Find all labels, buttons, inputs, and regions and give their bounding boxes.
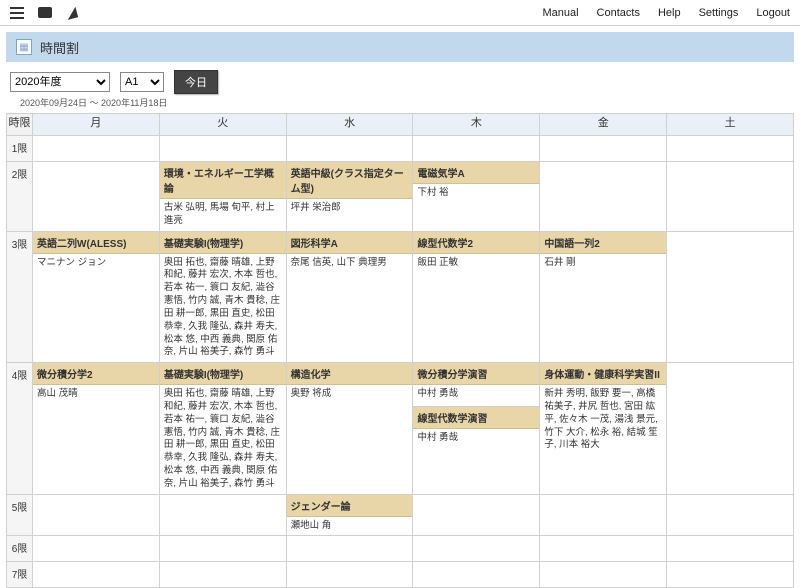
course-teachers: 坪井 栄治郎 (287, 199, 413, 218)
course-teachers: 高山 茂晴 (33, 385, 159, 404)
header-day-thu: 木 (413, 114, 540, 136)
period-label: 6限 (7, 536, 33, 562)
row-period-5: 5限 ジェンダー論 瀬地山 角 (7, 494, 794, 536)
period-label: 1限 (7, 136, 33, 162)
course-teachers: 新井 秀明, 飯野 要一, 高橋 祐美子, 井尻 哲也, 宮田 紘平, 佐々木 … (540, 385, 666, 455)
header-day-fri: 金 (540, 114, 667, 136)
course-cell[interactable]: 微分積分学演習 中村 勇哉 線型代数学演習 中村 勇哉 (413, 363, 540, 495)
nav-contacts[interactable]: Contacts (597, 7, 640, 19)
course-teachers: 石井 剛 (540, 254, 666, 273)
row-period-2: 2限 環境・エネルギー工学概論 古米 弘明, 馬場 旬平, 村上 進亮 英語中級… (7, 162, 794, 232)
course-teachers: 奈尾 信英, 山下 典理男 (287, 254, 413, 273)
nav-settings[interactable]: Settings (699, 7, 739, 19)
date-range: 2020年09月24日 〜 2020年11月18日 (0, 96, 800, 113)
course-cell[interactable]: 図形科学A 奈尾 信英, 山下 典理男 (286, 231, 413, 363)
course-cell[interactable]: 環境・エネルギー工学概論 古米 弘明, 馬場 旬平, 村上 進亮 (159, 162, 286, 232)
course-title: 構造化学 (287, 363, 413, 385)
course-title: 図形科学A (287, 232, 413, 254)
header-day-tue: 火 (159, 114, 286, 136)
course-title: 身体運動・健康科学実習II (540, 363, 666, 385)
course-cell[interactable]: 微分積分学2 高山 茂晴 (33, 363, 160, 495)
course-cell[interactable]: 英語中級(クラス指定ターム型) 坪井 栄治郎 (286, 162, 413, 232)
course-cell[interactable]: ジェンダー論 瀬地山 角 (286, 494, 413, 536)
course-title: ジェンダー論 (287, 495, 413, 517)
course-cell[interactable]: 身体運動・健康科学実習II 新井 秀明, 飯野 要一, 高橋 祐美子, 井尻 哲… (540, 363, 667, 495)
course-title: 微分積分学2 (33, 363, 159, 385)
course-teachers: 瀬地山 角 (287, 517, 413, 536)
header-day-wed: 水 (286, 114, 413, 136)
nav-help[interactable]: Help (658, 7, 681, 19)
notification-icon[interactable]: ◢ (64, 3, 79, 22)
course-cell[interactable]: 基礎実験I(物理学) 奥田 拓也, 齋藤 晴雄, 上野 和紀, 藤井 宏次, 木… (159, 231, 286, 363)
row-period-4: 4限 微分積分学2 高山 茂晴 基礎実験I(物理学) 奥田 拓也, 齋藤 晴雄,… (7, 363, 794, 495)
calendar-icon: ▦ (16, 39, 32, 55)
row-period-6: 6限 (7, 536, 794, 562)
period-label: 5限 (7, 494, 33, 536)
header-day-sat: 土 (667, 114, 794, 136)
course-cell[interactable]: 英語二列W(ALESS) マニナン ジョン (33, 231, 160, 363)
course-cell[interactable]: 構造化学 奥野 将成 (286, 363, 413, 495)
course-title: 英語中級(クラス指定ターム型) (287, 162, 413, 199)
course-cell[interactable]: 中国語一列2 石井 剛 (540, 231, 667, 363)
header-day-mon: 月 (33, 114, 160, 136)
menu-icon[interactable] (10, 7, 24, 19)
course-title: 基礎実験I(物理学) (160, 363, 286, 385)
row-period-1: 1限 (7, 136, 794, 162)
page-titlebar: ▦ 時間割 (6, 32, 794, 62)
course-title: 微分積分学演習 (413, 363, 539, 385)
period-label: 2限 (7, 162, 33, 232)
course-teachers: 奥野 将成 (287, 385, 413, 404)
course-title: 英語二列W(ALESS) (33, 232, 159, 254)
page-title: 時間割 (40, 38, 79, 57)
timetable: 時限 月 火 水 木 金 土 1限 2限 環境・エネルギー工学概論 古米 弘明,… (6, 113, 794, 588)
period-label: 4限 (7, 363, 33, 495)
course-title: 基礎実験I(物理学) (160, 232, 286, 254)
course-teachers: 奥田 拓也, 齋藤 晴雄, 上野 和紀, 藤井 宏次, 木本 哲也, 若本 祐一… (160, 385, 286, 494)
row-period-3: 3限 英語二列W(ALESS) マニナン ジョン 基礎実験I(物理学) 奥田 拓… (7, 231, 794, 363)
course-teachers: 奥田 拓也, 齋藤 晴雄, 上野 和紀, 藤井 宏次, 木本 哲也, 若本 祐一… (160, 254, 286, 363)
period-label: 3限 (7, 231, 33, 363)
course-teachers: 中村 勇哉 (413, 429, 539, 448)
course-teachers: 飯田 正敏 (413, 254, 539, 273)
course-teachers: マニナン ジョン (33, 254, 159, 273)
course-cell[interactable]: 基礎実験I(物理学) 奥田 拓也, 齋藤 晴雄, 上野 和紀, 藤井 宏次, 木… (159, 363, 286, 495)
course-teachers: 中村 勇哉 (413, 385, 539, 404)
course-title: 環境・エネルギー工学概論 (160, 162, 286, 199)
header-period: 時限 (7, 114, 33, 136)
course-teachers: 下村 裕 (413, 184, 539, 203)
course-title: 線型代数学演習 (413, 407, 539, 429)
course-teachers: 古米 弘明, 馬場 旬平, 村上 進亮 (160, 199, 286, 231)
course-cell[interactable]: 電磁気学A 下村 裕 (413, 162, 540, 232)
nav-logout[interactable]: Logout (756, 7, 790, 19)
row-period-7: 7限 (7, 562, 794, 588)
chat-icon[interactable] (38, 7, 52, 18)
nav-manual[interactable]: Manual (542, 7, 578, 19)
course-cell[interactable]: 線型代数学2 飯田 正敏 (413, 231, 540, 363)
course-title: 中国語一列2 (540, 232, 666, 254)
course-title: 線型代数学2 (413, 232, 539, 254)
year-select[interactable]: 2020年度 (10, 72, 110, 92)
course-title: 電磁気学A (413, 162, 539, 184)
period-label: 7限 (7, 562, 33, 588)
today-button[interactable]: 今日 (174, 70, 218, 94)
term-select[interactable]: A1 (120, 72, 164, 92)
